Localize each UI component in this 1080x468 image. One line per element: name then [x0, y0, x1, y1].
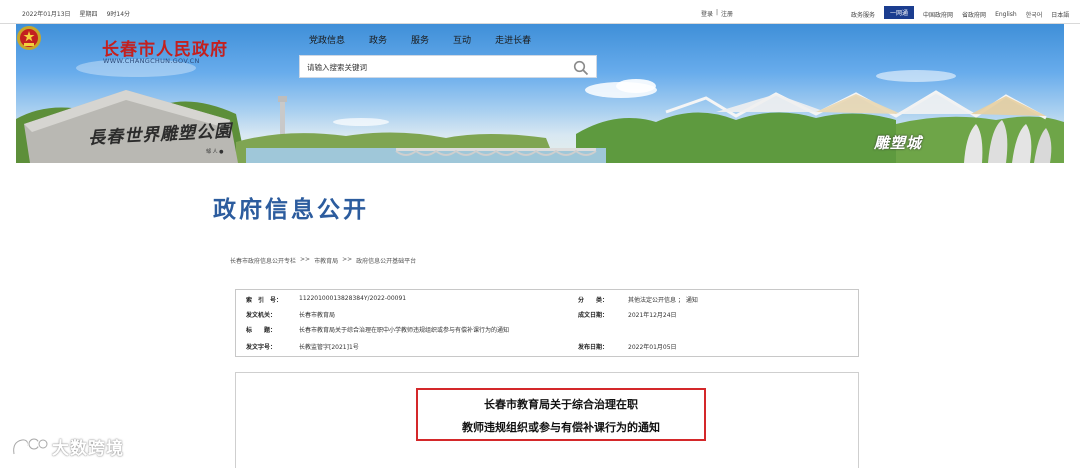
link-one-network[interactable]: 一网通	[884, 6, 915, 19]
link-korean[interactable]: 한국어	[1026, 10, 1043, 19]
login-separator: |	[716, 9, 719, 16]
link-province-gov[interactable]: 省政府网	[962, 10, 986, 19]
created-date-label: 成文日期：	[578, 312, 609, 319]
site-url: WWW.CHANGCHUN.GOV.CN	[103, 57, 200, 65]
breadcrumb-item-education[interactable]: 市教育局	[314, 256, 338, 265]
created-date-value: 2021年12月24日	[628, 312, 677, 319]
search-box	[299, 55, 597, 78]
datetime: 2022年01月13日 星期四 9时14分	[22, 9, 130, 18]
doc-number-value: 长教监管字[2021]1号	[299, 344, 359, 351]
title-value: 长春市教育局关于综合治理在职中小学教师违规组织或参与有偿补课行为的通知	[299, 327, 510, 334]
page-title: 政府信息公开	[213, 197, 369, 223]
category-value: 其他法定公开信息 ； 通知	[628, 297, 698, 304]
breadcrumb-separator: >>	[342, 256, 353, 263]
link-china-gov[interactable]: 中国政府网	[923, 10, 953, 19]
nav-interact[interactable]: 互动	[453, 33, 471, 46]
published-date-label: 发布日期：	[578, 344, 609, 351]
weekday-text: 星期四	[79, 11, 98, 18]
link-english[interactable]: English	[995, 11, 1017, 18]
time-text: 9时14分	[106, 11, 131, 18]
register-link[interactable]: 注册	[721, 9, 733, 18]
watermark-text: 大数跨境	[52, 438, 124, 459]
breadcrumb-item-platform[interactable]: 政府信息公开基础平台	[356, 256, 416, 265]
main-nav: 党政信息 政务 服务 互动 走进长春	[306, 33, 531, 46]
document-title-line2: 教师违规组织或参与有偿补课行为的通知	[462, 421, 660, 434]
login-link[interactable]: 登录	[701, 9, 713, 18]
published-date-value: 2022年01月05日	[628, 344, 677, 351]
search-input[interactable]	[307, 61, 547, 73]
doc-number-label: 发文字号：	[246, 344, 277, 351]
nav-government[interactable]: 政务	[369, 33, 387, 46]
breadcrumb: 长春市政府信息公开专栏 >> 市教育局 >> 政府信息公开基础平台	[230, 256, 416, 265]
link-japanese[interactable]: 日本語	[1051, 10, 1069, 19]
document-title-box: 长春市教育局关于综合治理在职 教师违规组织或参与有偿补课行为的通知	[416, 388, 706, 441]
watermark-logo-icon	[12, 437, 48, 455]
title-label: 标 题：	[246, 327, 277, 334]
index-label: 索 引 号：	[246, 297, 283, 304]
link-gov-service[interactable]: 政务服务	[851, 10, 875, 19]
issuer-value: 长春市教育局	[299, 312, 336, 319]
header-banner: 长春市人民政府 WWW.CHANGCHUN.GOV.CN 党政信息 政务 服务 …	[16, 24, 1064, 163]
national-emblem-icon	[17, 26, 41, 50]
document-body: 长春市教育局关于综合治理在职 教师违规组织或参与有偿补课行为的通知	[235, 372, 859, 468]
site-links: 政务服务 一网通 中国政府网 省政府网 English 한국어 日本語	[851, 6, 1069, 19]
breadcrumb-item-column[interactable]: 长春市政府信息公开专栏	[230, 256, 296, 265]
nav-party-gov[interactable]: 党政信息	[309, 33, 345, 46]
category-label: 分 类：	[578, 297, 609, 304]
nav-changchun[interactable]: 走进长春	[495, 33, 531, 46]
document-info-table: 索 引 号： 11220100013828384Y/2022-00091 分 类…	[235, 289, 859, 357]
watermark: 大数跨境	[10, 433, 124, 459]
date-text: 2022年01月13日	[22, 11, 71, 18]
sculpture-city-text: 雕塑城	[874, 134, 923, 152]
search-icon[interactable]	[573, 60, 589, 76]
stone-signature: 邹 人 ●	[206, 149, 224, 155]
top-utility-bar: 2022年01月13日 星期四 9时14分 登录 | 注册 政务服务 一网通 中…	[0, 0, 1080, 24]
login-links: 登录 | 注册	[701, 9, 733, 18]
index-value: 11220100013828384Y/2022-00091	[299, 295, 407, 302]
document-title-line1: 长春市教育局关于综合治理在职	[484, 398, 638, 411]
nav-service[interactable]: 服务	[411, 33, 429, 46]
breadcrumb-separator: >>	[300, 256, 311, 263]
issuer-label: 发文机关：	[246, 312, 277, 319]
